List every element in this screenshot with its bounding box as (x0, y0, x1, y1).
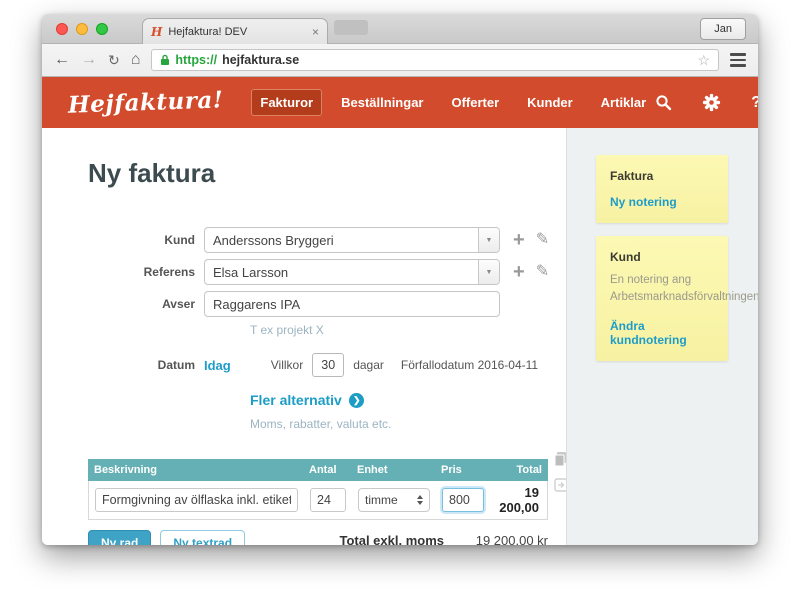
nav-item-fakturor[interactable]: Fakturor (251, 89, 322, 116)
more-options-link[interactable]: Fler alternativ (250, 392, 342, 408)
faktura-note: Faktura Ny notering (596, 155, 728, 223)
table-row: timme 19 200,00 (88, 481, 548, 520)
edit-reference-icon[interactable]: ✎ (536, 264, 549, 280)
select-arrows-icon (417, 495, 423, 505)
edit-customer-icon[interactable]: ✎ (536, 232, 549, 248)
window-controls (56, 23, 108, 35)
total-excl-moms-label: Total exkl. moms (288, 533, 444, 546)
more-options-hint: Moms, rabatter, valuta etc. (250, 417, 566, 431)
invoice-rows-table: Beskrivning Antal Enhet Pris Total timme (88, 459, 548, 520)
header-pris: Pris (441, 464, 483, 476)
kund-value: Anderssons Bryggeri (205, 233, 478, 248)
header-beskrivning: Beskrivning (94, 464, 297, 476)
antal-input[interactable] (310, 488, 346, 512)
total-excl-moms-value: 19 200,00 kr (444, 533, 548, 546)
url-host: hejfaktura.se (222, 53, 692, 67)
site-favicon-icon: H (151, 26, 162, 38)
forward-icon[interactable]: → (81, 52, 97, 68)
browser-menu-icon[interactable] (730, 53, 746, 67)
row-total: 19 200,00 (496, 485, 541, 515)
page-content: Ny faktura Kund Anderssons Bryggeri ▼ + … (42, 128, 758, 545)
kund-note: Kund En notering ang Arbetsmarknadsförva… (596, 236, 728, 361)
header-antal: Antal (309, 464, 345, 476)
add-customer-icon[interactable]: + (513, 230, 525, 250)
avser-label: Avser (88, 297, 195, 311)
new-row-button[interactable]: Ny rad (88, 530, 151, 545)
zoom-window-button[interactable] (96, 23, 108, 35)
dagar-label: dagar (353, 358, 384, 372)
kund-note-body: En notering ang Arbetsmarknadsförvaltnin… (610, 272, 714, 307)
browser-tab-strip: H Hejfaktura! DEV × Jan (42, 14, 758, 44)
browser-window: H Hejfaktura! DEV × Jan ← → ↻ ⌂ https://… (42, 14, 758, 545)
app-navbar: Hejfaktura! Fakturor Beställningar Offer… (42, 77, 758, 128)
tab-title: Hejfaktura! DEV (168, 26, 306, 38)
nav-item-bestallningar[interactable]: Beställningar (332, 89, 432, 116)
kund-combobox[interactable]: Anderssons Bryggeri ▼ (204, 227, 500, 253)
home-icon[interactable]: ⌂ (131, 52, 141, 68)
forfallodatum-text: Förfallodatum 2016-04-11 (401, 358, 538, 372)
villkor-input[interactable] (312, 353, 344, 377)
faktura-note-title: Faktura (610, 169, 714, 183)
nav-item-kunder[interactable]: Kunder (518, 89, 582, 116)
pris-input[interactable] (442, 488, 484, 512)
search-icon[interactable] (655, 94, 672, 111)
invoice-form: Kund Anderssons Bryggeri ▼ + ✎ Referens … (88, 227, 566, 431)
page-title: Ny faktura (88, 158, 566, 189)
desktop-background: H Hejfaktura! DEV × Jan ← → ↻ ⌂ https://… (0, 0, 800, 593)
chevron-down-icon[interactable]: ▼ (478, 228, 499, 252)
referens-value: Elsa Larsson (205, 265, 478, 280)
nav-item-artiklar[interactable]: Artiklar (592, 89, 656, 116)
bookmark-star-icon[interactable]: ☆ (697, 52, 710, 69)
tab-close-icon[interactable]: × (312, 26, 319, 38)
new-tab-button[interactable] (334, 20, 368, 35)
idag-link[interactable]: Idag (204, 358, 231, 373)
avser-input[interactable] (204, 291, 500, 317)
app-logo[interactable]: Hejfaktura! (68, 86, 224, 118)
gear-icon[interactable] (702, 93, 721, 112)
villkor-label: Villkor (271, 358, 303, 372)
kund-note-title: Kund (610, 250, 714, 264)
close-window-button[interactable] (56, 23, 68, 35)
main-navigation: Fakturor Beställningar Offerter Kunder A… (251, 89, 655, 116)
datum-label: Datum (88, 358, 195, 372)
kund-label: Kund (88, 233, 195, 247)
referens-row: Referens Elsa Larsson ▼ + ✎ (88, 259, 566, 285)
totals-block: Total exkl. moms 19 200,00 kr Moms 25 % … (288, 530, 548, 545)
beskrivning-input[interactable] (95, 488, 298, 512)
invoice-form-area: Ny faktura Kund Anderssons Bryggeri ▼ + … (42, 128, 566, 545)
add-reference-icon[interactable]: + (513, 262, 525, 282)
chevron-down-icon[interactable]: ▼ (478, 260, 499, 284)
help-icon[interactable]: ? (751, 94, 758, 112)
kund-row: Kund Anderssons Bryggeri ▼ + ✎ (88, 227, 566, 253)
https-padlock-icon (160, 54, 170, 66)
reload-icon[interactable]: ↻ (108, 53, 120, 67)
referens-label: Referens (88, 265, 195, 279)
datum-row: Datum Idag Villkor dagar Förfallodatum 2… (88, 353, 566, 377)
browser-tab[interactable]: H Hejfaktura! DEV × (142, 18, 328, 44)
nav-item-offerter[interactable]: Offerter (442, 89, 508, 116)
browser-profile-button[interactable]: Jan (700, 18, 746, 40)
back-icon[interactable]: ← (54, 52, 70, 68)
enhet-select[interactable]: timme (358, 488, 430, 512)
url-scheme: https:// (175, 53, 217, 67)
new-textrow-button[interactable]: Ny textrad (160, 530, 245, 545)
avser-hint: T ex projekt X (250, 323, 566, 337)
avser-row: Avser (88, 291, 566, 317)
notes-sidebar: Faktura Ny notering Kund En notering ang… (566, 128, 758, 545)
new-note-link[interactable]: Ny notering (610, 195, 714, 209)
navbar-icon-group: ? (655, 93, 758, 112)
chevron-right-circle-icon[interactable]: ❯ (349, 393, 364, 408)
header-enhet: Enhet (357, 464, 429, 476)
actions-row: Ny rad Ny textrad Total exkl. moms 19 20… (88, 530, 548, 545)
browser-toolbar: ← → ↻ ⌂ https:// hejfaktura.se ☆ (42, 44, 758, 77)
edit-customer-note-link[interactable]: Ändra kundnotering (610, 319, 714, 347)
table-header: Beskrivning Antal Enhet Pris Total (88, 459, 548, 481)
enhet-value: timme (365, 493, 398, 507)
header-total: Total (495, 464, 542, 476)
address-bar[interactable]: https:// hejfaktura.se ☆ (151, 49, 719, 71)
total-excl-moms-row: Total exkl. moms 19 200,00 kr (288, 530, 548, 545)
referens-combobox[interactable]: Elsa Larsson ▼ (204, 259, 500, 285)
more-options-row: Fler alternativ ❯ (250, 392, 566, 408)
minimize-window-button[interactable] (76, 23, 88, 35)
